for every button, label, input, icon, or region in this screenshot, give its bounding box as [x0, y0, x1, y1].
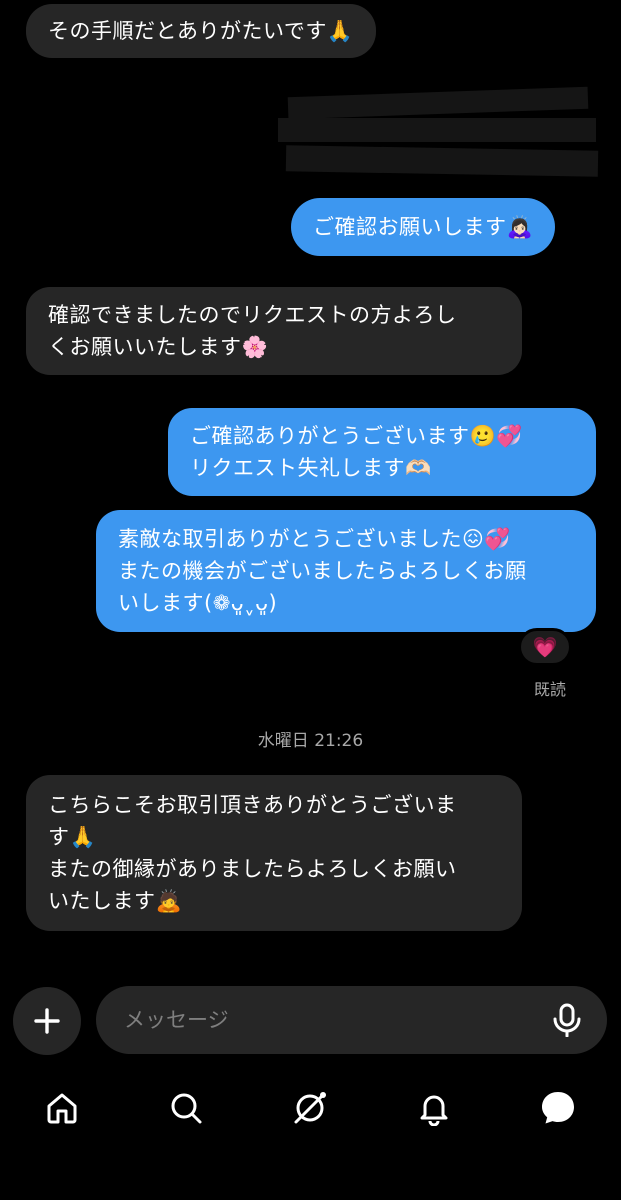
nav-explore[interactable] — [288, 1086, 332, 1130]
nav-search[interactable] — [164, 1086, 208, 1130]
message-input[interactable] — [96, 986, 607, 1054]
messages-icon — [542, 1092, 574, 1124]
redacted-message — [278, 86, 599, 188]
nav-notifications[interactable] — [412, 1086, 456, 1130]
bell-icon — [420, 1095, 448, 1126]
nav-messages[interactable] — [536, 1086, 580, 1130]
explore-icon — [294, 1092, 326, 1124]
reaction-heart[interactable]: 💗 — [518, 628, 572, 666]
add-attachment-button[interactable] — [13, 987, 81, 1055]
voice-message-button[interactable] — [549, 1002, 585, 1038]
message-incoming[interactable]: こちらこそお取引頂きありがとうございま す🙏 またの御縁がありましたらよろしくお… — [26, 775, 522, 931]
message-incoming[interactable]: 確認できましたのでリクエストの方よろし くお願いいたします🌸 — [26, 287, 522, 375]
message-outgoing[interactable]: ご確認ありがとうございます🥲💞 リクエスト失礼します🫶🏻 — [168, 408, 596, 496]
home-icon — [47, 1093, 77, 1124]
message-outgoing[interactable]: ご確認お願いします🙇🏻‍♀️ — [291, 198, 556, 256]
message-outgoing[interactable]: 素敵な取引ありがとうございました😖💞 またの機会がございましたらよろしくお願 い… — [96, 510, 596, 632]
timestamp: 水曜日 21:26 — [257, 731, 364, 751]
microphone-icon — [553, 1003, 581, 1037]
plus-icon — [34, 1008, 60, 1034]
nav-home[interactable] — [40, 1086, 84, 1130]
search-icon — [171, 1093, 202, 1124]
heart-emoji: 💗 — [532, 635, 558, 659]
message-incoming[interactable]: その手順だとありがたいです🙏 — [26, 4, 376, 58]
seen-indicator: 既読 — [534, 680, 567, 699]
